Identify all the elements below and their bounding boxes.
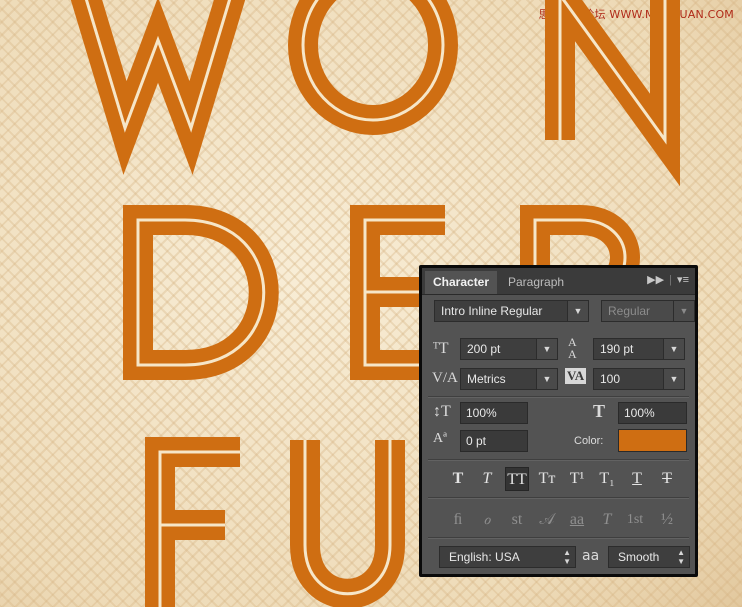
chevron-down-icon: ▼ <box>673 301 694 321</box>
leading-value: 190 pt <box>600 342 634 356</box>
font-style-value: Regular <box>608 304 651 318</box>
horizontal-scale-icon: T <box>593 401 606 421</box>
baseline-shift-field[interactable]: 0 pt <box>460 430 528 452</box>
color-swatch[interactable] <box>618 429 687 452</box>
standard-ligatures-button[interactable]: ﬁ <box>446 508 470 532</box>
vertical-scale-field[interactable]: 100% <box>460 402 528 424</box>
faux-italic-button[interactable]: T <box>475 467 499 491</box>
horizontal-scale-field[interactable]: 100% <box>618 402 687 424</box>
stylistic-alternates-button[interactable]: aa <box>565 508 589 532</box>
chevron-down-icon: ▼ <box>567 301 588 321</box>
underline-button[interactable]: T <box>625 467 649 491</box>
leading-icon: AA <box>568 335 577 361</box>
font-style-select[interactable]: Regular ▼ <box>601 300 695 322</box>
color-label: Color: <box>574 435 604 447</box>
fractions-button[interactable]: ½ <box>655 508 679 532</box>
letter-o <box>288 0 458 135</box>
letter-u <box>290 440 405 607</box>
titling-alternates-button[interactable]: T <box>595 508 619 532</box>
chevron-down-icon: ▼ <box>536 369 557 389</box>
divider <box>428 497 689 499</box>
swash-button[interactable]: 𝒜 <box>535 508 559 532</box>
tab-paragraph[interactable]: Paragraph <box>500 271 572 294</box>
baseline-shift-icon: Aª <box>433 431 447 446</box>
letter-d <box>123 205 279 380</box>
language-select[interactable]: English: USA ▲ ▼ <box>439 546 576 568</box>
contextual-alternates-button[interactable]: ℴ <box>475 508 499 532</box>
chevron-down-icon: ▼ <box>663 369 684 389</box>
panel-menu-icon[interactable]: ▾≡ <box>677 274 689 286</box>
letter-n <box>545 0 680 187</box>
letter-w <box>70 0 246 175</box>
antialias-value: Smooth <box>618 550 660 564</box>
character-panel: Character Paragraph ▶▶ | ▾≡ Intro Inline… <box>419 265 698 577</box>
font-size-value: 200 pt <box>467 342 501 356</box>
panel-controls: ▶▶ | ▾≡ <box>647 274 689 286</box>
stepper-arrows-icon: ▲ ▼ <box>677 548 685 566</box>
faux-bold-button[interactable]: T <box>446 467 470 491</box>
font-size-icon: ᵀT <box>433 340 449 357</box>
superscript-button[interactable]: T¹ <box>565 467 589 491</box>
double-arrow-icon[interactable]: ▶▶ <box>647 274 664 286</box>
kerning-select[interactable]: Metrics ▼ <box>460 368 558 390</box>
divider <box>428 396 689 398</box>
letter-f <box>145 437 240 607</box>
tracking-icon: VA <box>565 368 587 384</box>
tracking-select[interactable]: 100 ▼ <box>593 368 685 390</box>
kerning-icon: V/A <box>432 370 458 386</box>
kerning-value: Metrics <box>467 372 506 386</box>
vertical-scale-icon: ↕T <box>433 403 451 420</box>
antialias-icon: aa <box>582 548 600 564</box>
divider <box>428 459 689 461</box>
tracking-value: 100 <box>600 372 621 386</box>
discretionary-ligatures-button[interactable]: st <box>505 508 529 532</box>
all-caps-button[interactable]: TT <box>505 467 529 491</box>
font-size-select[interactable]: 200 pt ▼ <box>460 338 558 360</box>
chevron-down-icon: ▼ <box>663 339 684 359</box>
chevron-down-icon: ▼ <box>536 339 557 359</box>
panel-tab-bar: Character Paragraph ▶▶ | ▾≡ <box>422 268 695 295</box>
font-family-value: Intro Inline Regular <box>441 304 543 318</box>
divider <box>428 537 689 539</box>
font-family-select[interactable]: Intro Inline Regular ▼ <box>434 300 589 322</box>
small-caps-button[interactable]: Tт <box>535 467 559 491</box>
stepper-arrows-icon: ▲ ▼ <box>563 548 571 566</box>
language-value: English: USA <box>449 550 520 564</box>
antialias-select[interactable]: Smooth ▲ ▼ <box>608 546 690 568</box>
leading-select[interactable]: 190 pt ▼ <box>593 338 685 360</box>
strikethrough-button[interactable]: T <box>655 467 679 491</box>
tab-character[interactable]: Character <box>425 271 498 294</box>
ordinals-button[interactable]: 1st <box>623 508 647 532</box>
subscript-button[interactable]: T₁ <box>595 467 619 491</box>
